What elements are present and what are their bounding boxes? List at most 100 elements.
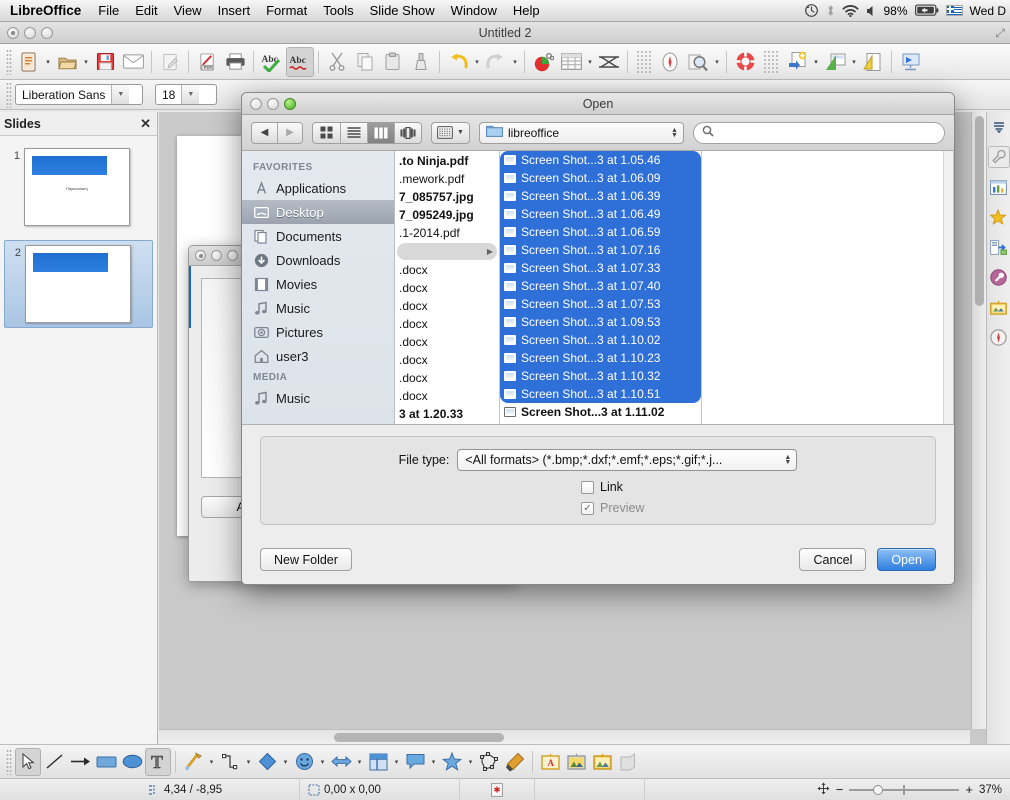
document-modified-icon[interactable]	[460, 778, 535, 800]
spelling-icon[interactable]: Abc	[258, 47, 286, 77]
autospellcheck-icon[interactable]: Abc	[286, 46, 314, 77]
zoom-dropdown[interactable]: ▾	[712, 47, 722, 77]
link-checkbox-row[interactable]: Link	[261, 480, 935, 494]
menu-window[interactable]: Window	[443, 0, 505, 22]
column-scrollbar[interactable]	[943, 151, 953, 424]
fontwork-icon[interactable]: A	[537, 748, 563, 776]
coverflow-view-icon[interactable]	[394, 122, 421, 143]
wifi-icon[interactable]	[842, 4, 859, 18]
menubar-clock[interactable]: Wed D	[970, 4, 1006, 18]
battery-icon[interactable]	[914, 4, 939, 17]
basic-shapes-icon[interactable]	[254, 748, 280, 776]
file-item[interactable]: 3 at 1.20.33	[395, 405, 499, 423]
bg-minimize-button[interactable]	[211, 250, 222, 261]
styles-star-icon[interactable]	[988, 206, 1010, 228]
file-item[interactable]: Screen Shot...3 at 1.09.53	[500, 313, 701, 331]
points-icon[interactable]	[476, 748, 502, 776]
custom-animation-icon[interactable]	[988, 266, 1010, 288]
menu-slide-show[interactable]: Slide Show	[362, 0, 443, 22]
save-icon[interactable]	[91, 47, 119, 77]
connector-icon[interactable]	[217, 748, 243, 776]
new-slide-dropdown[interactable]: ▾	[811, 47, 821, 77]
callout-icon[interactable]	[402, 748, 428, 776]
file-item[interactable]: Screen Shot...3 at 1.06.59	[500, 223, 701, 241]
file-item[interactable]: Screen Shot...3 at 1.07.16	[500, 241, 701, 259]
curve-dropdown[interactable]: ▾	[206, 748, 217, 776]
drawbar-drag-handle[interactable]	[6, 748, 12, 775]
sidebar-item-pictures[interactable]: Pictures	[242, 320, 394, 344]
file-item[interactable]: .mework.pdf	[395, 170, 499, 188]
sidebar-item-desktop[interactable]: Desktop	[242, 200, 394, 224]
cut-icon[interactable]	[323, 47, 351, 77]
navigator-icon[interactable]	[656, 47, 684, 77]
sidebar-menu-icon[interactable]	[988, 116, 1010, 138]
new-document-icon[interactable]	[15, 47, 43, 77]
volume-icon[interactable]	[866, 4, 877, 18]
file-item[interactable]: .docx	[395, 333, 499, 351]
table-icon[interactable]	[557, 47, 585, 77]
list-view-icon[interactable]	[340, 122, 367, 143]
file-item[interactable]: .docx	[395, 279, 499, 297]
file-item[interactable]: Screen Shot...3 at 1.10.23	[500, 349, 701, 367]
chart-icon[interactable]	[529, 47, 557, 77]
open-document-icon[interactable]	[53, 47, 81, 77]
sidebar-item-downloads[interactable]: Downloads	[242, 248, 394, 272]
path-popup-button[interactable]: libreoffice ▲ ▼	[478, 121, 684, 144]
close-icon[interactable]: ✕	[140, 116, 151, 132]
block-arrows-dropdown[interactable]: ▾	[354, 748, 365, 776]
new-folder-button[interactable]: New Folder	[260, 548, 352, 571]
slide-layout-icon[interactable]	[821, 47, 849, 77]
column-view-icon[interactable]	[367, 122, 394, 143]
dialog-minimize-button[interactable]	[267, 98, 279, 110]
file-type-stepper-icon[interactable]: ▲ ▼	[784, 454, 791, 466]
slide-preview-2[interactable]	[25, 245, 131, 323]
undo-dropdown[interactable]: ▾	[472, 47, 482, 77]
text-icon[interactable]: T	[145, 747, 171, 776]
minimize-window-button[interactable]	[24, 27, 36, 39]
font-size-combo[interactable]: 18 ▼	[155, 84, 217, 105]
redo-icon[interactable]	[482, 47, 510, 77]
file-item[interactable]: Screen Shot...3 at 1.06.39	[500, 187, 701, 205]
zoom-in-button[interactable]: +	[965, 782, 973, 797]
cancel-button[interactable]: Cancel	[799, 548, 867, 571]
undo-icon[interactable]	[444, 47, 472, 77]
email-icon[interactable]	[119, 47, 147, 77]
display-grid-icon[interactable]	[595, 47, 623, 77]
extrusion-icon[interactable]	[615, 748, 641, 776]
greek-flag-icon[interactable]	[945, 5, 963, 16]
bg-zoom-button[interactable]	[227, 250, 238, 261]
rectangle-icon[interactable]	[93, 748, 119, 776]
flowchart-icon[interactable]	[365, 748, 391, 776]
sidebar-item-documents[interactable]: Documents	[242, 224, 394, 248]
paste-icon[interactable]	[379, 47, 407, 77]
file-item[interactable]: .docx	[395, 315, 499, 333]
chart-panel-icon[interactable]	[988, 176, 1010, 198]
file-item[interactable]: Screen Shot...3 at 1.06.09	[500, 169, 701, 187]
connector-dropdown[interactable]: ▾	[243, 748, 254, 776]
file-item[interactable]: Screen Shot...3 at 1.07.53	[500, 295, 701, 313]
file-item[interactable]: .docx	[395, 387, 499, 405]
file-item[interactable]: .docx	[395, 369, 499, 387]
file-item[interactable]: Screen Shot...3 at 1.11.02	[500, 403, 701, 421]
zoom-icon[interactable]	[684, 47, 712, 77]
insert-image-icon[interactable]	[563, 748, 589, 776]
slide-preview-1[interactable]: Παρουσίαση	[24, 148, 130, 226]
file-item[interactable]: Screen Shot...3 at 1.07.40	[500, 277, 701, 295]
back-arrow-icon[interactable]: ◀	[252, 122, 277, 143]
menubar-app-name[interactable]: LibreOffice	[0, 3, 90, 18]
navigator-compass-icon[interactable]	[988, 326, 1010, 348]
slide-transition-icon[interactable]	[988, 236, 1010, 258]
icon-view-icon[interactable]	[313, 122, 340, 143]
file-item[interactable]: .docx	[395, 261, 499, 279]
flowchart-dropdown[interactable]: ▾	[391, 748, 402, 776]
slide-layout-dropdown[interactable]: ▾	[849, 47, 859, 77]
menu-file[interactable]: File	[90, 0, 127, 22]
file-item[interactable]: Screen Shot...3 at 1.05.46	[500, 151, 701, 169]
open-document-dropdown[interactable]: ▾	[81, 47, 91, 77]
file-item[interactable]: Screen Shot...3 at 1.10.32	[500, 367, 701, 385]
file-item[interactable]: 7_095249.jpg	[395, 206, 499, 224]
star-icon[interactable]	[439, 748, 465, 776]
file-item[interactable]: .to Ninja.pdf	[395, 151, 499, 170]
font-size-dropdown-icon[interactable]: ▼	[181, 85, 200, 104]
fit-slide-icon[interactable]	[817, 782, 830, 798]
